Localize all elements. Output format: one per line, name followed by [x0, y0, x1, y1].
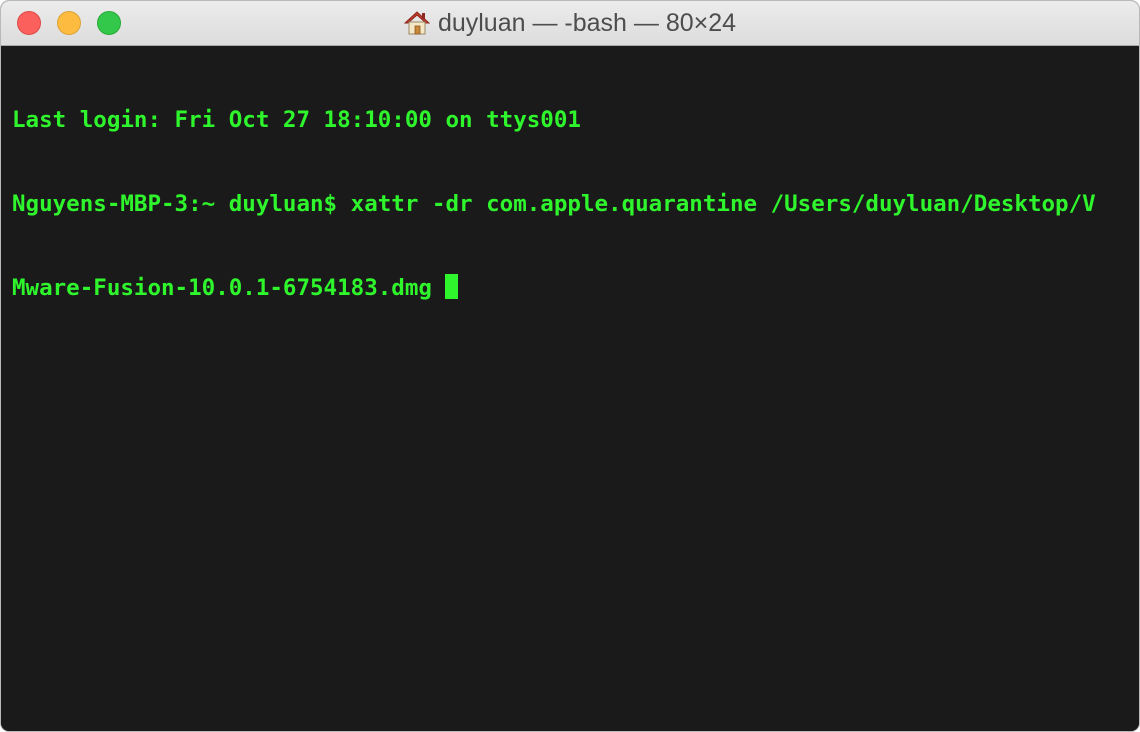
home-icon [403, 10, 430, 36]
terminal-output[interactable]: Last login: Fri Oct 27 18:10:00 on ttys0… [1, 46, 1139, 731]
window-title-text: duyluan — -bash — 80×24 [437, 8, 737, 37]
terminal-line: Nguyens-MBP-3:~ duyluan$ xattr -dr com.a… [12, 191, 1096, 217]
terminal-line: Last login: Fri Oct 27 18:10:00 on ttys0… [12, 107, 581, 133]
title-bar[interactable]: duyluan — -bash — 80×24 [1, 1, 1139, 46]
terminal-line-text: Mware-Fusion-10.0.1-6754183.dmg [12, 275, 446, 301]
text-cursor [445, 274, 459, 299]
terminal-line-current: Mware-Fusion-10.0.1-6754183.dmg [12, 274, 1139, 302]
terminal-window: duyluan — -bash — 80×24 Last login: Fri … [0, 0, 1140, 732]
window-title: duyluan — -bash — 80×24 [1, 1, 1139, 45]
